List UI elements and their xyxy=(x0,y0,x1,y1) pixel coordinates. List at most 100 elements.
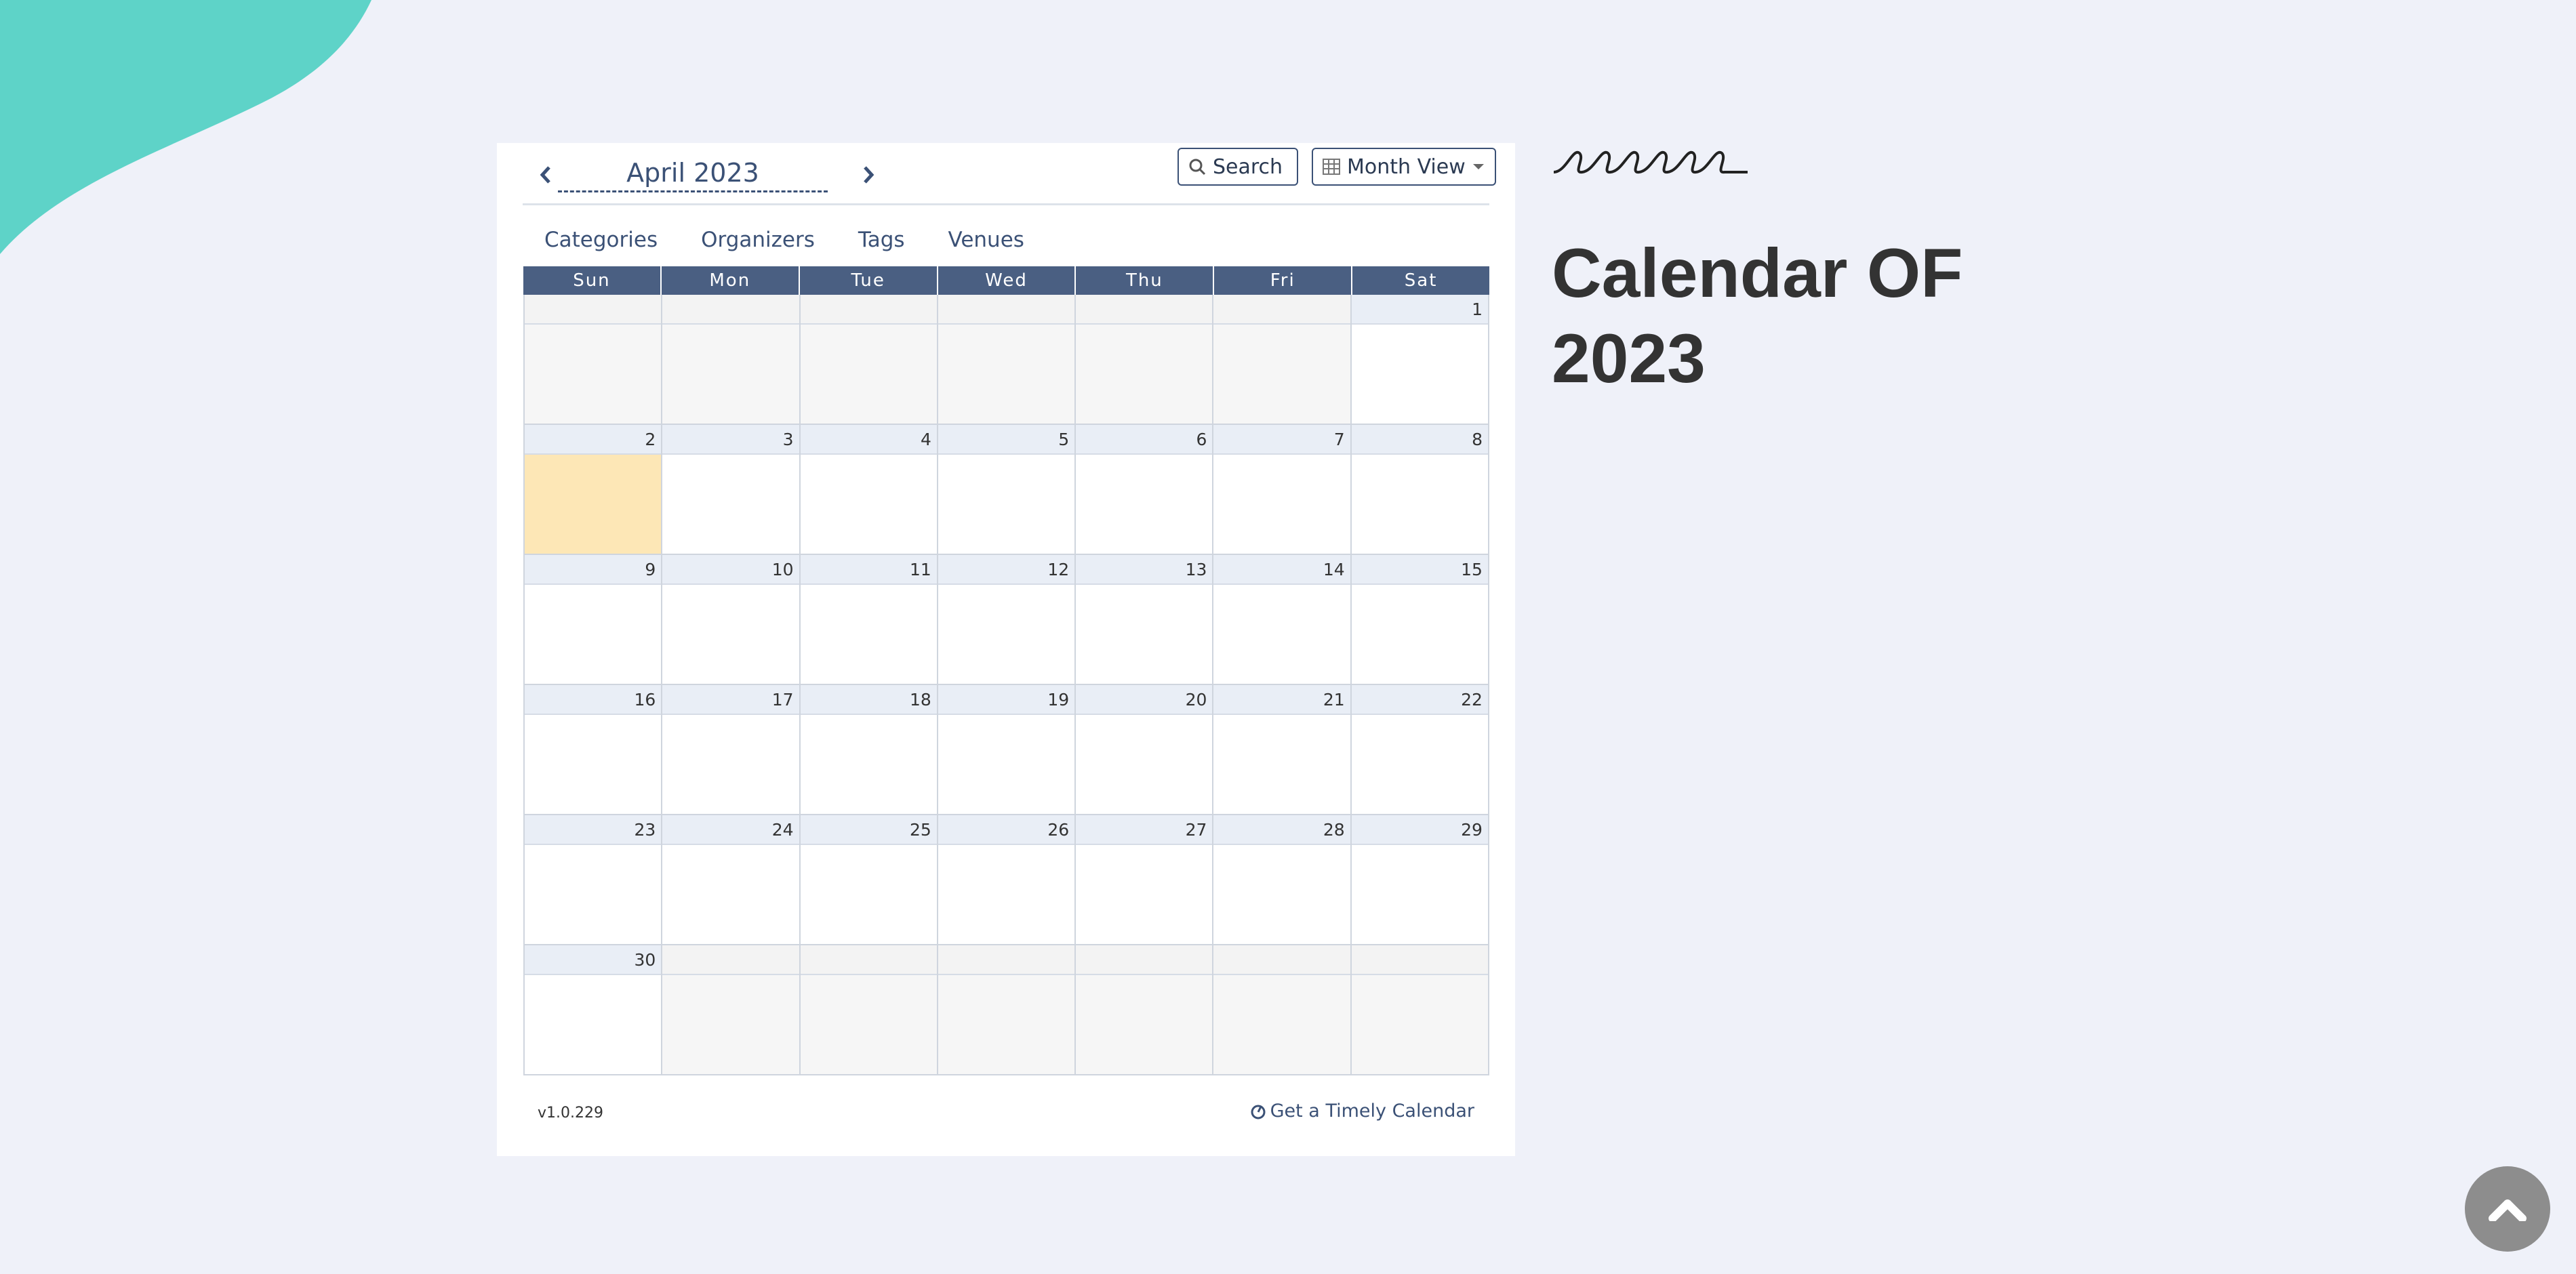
day-events-area xyxy=(938,975,1075,1074)
filter-categories[interactable]: Categories xyxy=(544,223,658,257)
day-cell[interactable]: 2 xyxy=(523,425,663,555)
day-events-area xyxy=(938,585,1075,684)
day-cell-outside-month xyxy=(1076,945,1214,1075)
day-cell[interactable]: 26 xyxy=(938,815,1076,945)
day-cell[interactable]: 12 xyxy=(938,555,1076,685)
chevron-right-icon xyxy=(864,166,874,184)
day-number: 21 xyxy=(1213,685,1350,715)
scroll-to-top-button[interactable] xyxy=(2465,1166,2550,1252)
day-events-area xyxy=(1351,455,1488,554)
day-cell[interactable]: 8 xyxy=(1351,425,1489,555)
day-events-area xyxy=(800,585,937,684)
day-cell-outside-month xyxy=(800,945,938,1075)
day-events-area xyxy=(1076,325,1213,424)
day-number: 13 xyxy=(1076,555,1213,585)
table-icon xyxy=(1323,159,1340,175)
day-cell[interactable]: 22 xyxy=(1351,685,1489,815)
day-number xyxy=(1213,945,1350,975)
day-number: 20 xyxy=(1076,685,1213,715)
day-events-area xyxy=(938,455,1075,554)
weekday-sat: Sat xyxy=(1404,270,1438,291)
day-number xyxy=(1213,295,1350,325)
day-cell[interactable]: 16 xyxy=(523,685,663,815)
month-title[interactable]: April 2023 xyxy=(558,152,828,192)
caret-down-icon xyxy=(1472,164,1484,169)
day-events-area xyxy=(1351,715,1488,814)
day-events-area xyxy=(525,975,662,1074)
search-label: Search xyxy=(1213,155,1283,179)
day-cell[interactable]: 27 xyxy=(1076,815,1214,945)
day-events-area xyxy=(662,585,799,684)
day-events-area xyxy=(525,585,662,684)
day-cell[interactable]: 3 xyxy=(662,425,801,555)
day-cell[interactable]: 19 xyxy=(938,685,1076,815)
day-events-area xyxy=(1351,325,1488,424)
day-cell[interactable]: 29 xyxy=(1351,815,1489,945)
weekday-thu: Thu xyxy=(1076,266,1215,295)
day-number xyxy=(1351,945,1488,975)
day-cell[interactable]: 13 xyxy=(1076,555,1214,685)
day-cell-outside-month xyxy=(1351,945,1489,1075)
day-number: 27 xyxy=(1076,815,1213,845)
day-number: 25 xyxy=(800,815,937,845)
day-number xyxy=(800,295,937,325)
day-cell[interactable]: 30 xyxy=(523,945,663,1075)
weekday-mon: Mon xyxy=(662,266,800,295)
day-number: 22 xyxy=(1351,685,1488,715)
day-number: 2 xyxy=(525,425,662,455)
filter-organizers[interactable]: Organizers xyxy=(701,223,815,257)
day-events-area xyxy=(1076,715,1213,814)
week-row: 16 17 18 19 20 21 22 xyxy=(523,685,1489,815)
view-select-button[interactable]: Month View xyxy=(1312,148,1496,186)
day-number xyxy=(938,295,1075,325)
prev-month-button[interactable] xyxy=(532,158,559,192)
day-cell-outside-month xyxy=(662,295,801,425)
day-cell[interactable]: 21 xyxy=(1213,685,1352,815)
day-cell[interactable]: 18 xyxy=(800,685,938,815)
day-cell[interactable]: 1 xyxy=(1351,295,1489,425)
day-cell[interactable]: 10 xyxy=(662,555,801,685)
decorative-blob xyxy=(0,0,371,254)
day-events-area xyxy=(1351,975,1488,1074)
day-number xyxy=(800,945,937,975)
filter-tags[interactable]: Tags xyxy=(858,223,905,257)
next-month-button[interactable] xyxy=(855,158,882,192)
day-cell[interactable]: 5 xyxy=(938,425,1076,555)
timely-link[interactable]: Get a Timely Calendar xyxy=(1250,1101,1474,1122)
day-cell[interactable]: 9 xyxy=(523,555,663,685)
day-cell[interactable]: 25 xyxy=(800,815,938,945)
day-number xyxy=(1076,945,1213,975)
month-grid: Sun Mon Tue Wed Thu Fri Sat 1 2 3 4 5 6 7 8 9 10 11 12 13 1… xyxy=(523,266,1489,1075)
squiggle-decoration xyxy=(1553,150,1748,173)
day-cell[interactable]: 20 xyxy=(1076,685,1214,815)
day-number: 14 xyxy=(1213,555,1350,585)
day-cell[interactable]: 14 xyxy=(1213,555,1352,685)
day-cell-outside-month xyxy=(1213,945,1352,1075)
day-number xyxy=(1076,295,1213,325)
day-cell[interactable]: 17 xyxy=(662,685,801,815)
search-button[interactable]: Search xyxy=(1178,148,1298,186)
day-cell[interactable]: 23 xyxy=(523,815,663,945)
day-number: 11 xyxy=(800,555,937,585)
view-label: Month View xyxy=(1347,155,1466,179)
day-number: 6 xyxy=(1076,425,1213,455)
day-cell[interactable]: 7 xyxy=(1213,425,1352,555)
day-number: 7 xyxy=(1213,425,1350,455)
day-events-area xyxy=(1076,585,1213,684)
filter-venues[interactable]: Venues xyxy=(948,223,1024,257)
day-number: 29 xyxy=(1351,815,1488,845)
day-events-area xyxy=(938,845,1075,944)
day-events-area xyxy=(1213,975,1350,1074)
day-cell-outside-month xyxy=(938,945,1076,1075)
week-row: 9 10 11 12 13 14 15 xyxy=(523,555,1489,685)
day-cell[interactable]: 24 xyxy=(662,815,801,945)
day-cell[interactable]: 15 xyxy=(1351,555,1489,685)
day-cell[interactable]: 4 xyxy=(800,425,938,555)
day-events-area xyxy=(1351,585,1488,684)
day-cell[interactable]: 28 xyxy=(1213,815,1352,945)
calendar-widget: April 2023 Search Month View Categories … xyxy=(497,143,1515,1156)
chevron-up-icon xyxy=(2489,1199,2527,1221)
day-cell[interactable]: 11 xyxy=(800,555,938,685)
weekday-sun: Sun xyxy=(523,266,662,295)
day-cell[interactable]: 6 xyxy=(1076,425,1214,555)
